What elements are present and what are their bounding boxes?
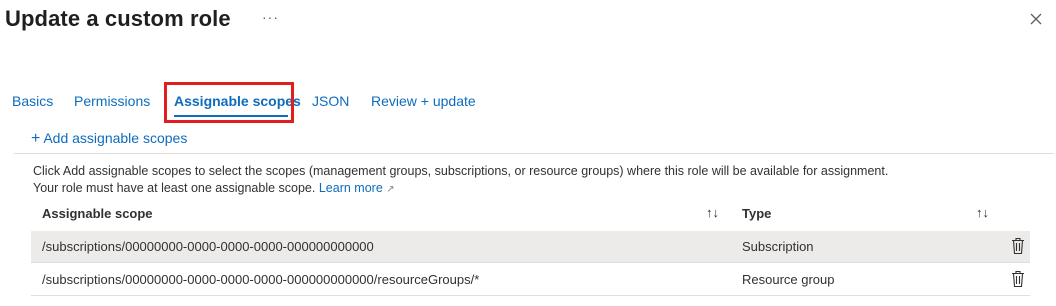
scope-cell: /subscriptions/00000000-0000-0000-0000-0… [42,239,374,254]
tab-permissions[interactable]: Permissions [74,93,150,109]
highlight-box [164,82,294,123]
type-cell: Resource group [742,272,835,287]
external-link-icon: ↗ [386,184,395,195]
trash-icon[interactable] [1011,270,1025,288]
info-line-2-text: Your role must have at least one assigna… [33,181,316,195]
trash-icon[interactable] [1011,237,1025,255]
close-icon[interactable] [1028,11,1044,27]
learn-more-link[interactable]: Learn more ↗ [319,181,395,195]
tab-bar: Basics Permissions Assignable scopes JSO… [0,88,600,122]
column-header-scope[interactable]: Assignable scope [42,206,153,221]
tab-basics[interactable]: Basics [12,93,53,109]
tab-review-update[interactable]: Review + update [371,93,476,109]
column-header-type[interactable]: Type [742,206,771,221]
more-icon[interactable]: ··· [262,9,279,25]
info-line-2: Your role must have at least one assigna… [33,180,888,198]
info-text: Click Add assignable scopes to select th… [33,163,888,198]
table-row[interactable]: /subscriptions/00000000-0000-0000-0000-0… [31,231,1030,263]
info-line-1: Click Add assignable scopes to select th… [33,164,889,178]
plus-icon: + [31,130,41,147]
scope-cell: /subscriptions/00000000-0000-0000-0000-0… [42,272,480,287]
sort-icon[interactable]: ↑↓ [706,205,719,220]
sort-icon[interactable]: ↑↓ [976,205,989,220]
table-row[interactable]: /subscriptions/00000000-0000-0000-0000-0… [31,264,1030,296]
page-title: Update a custom role [5,6,231,31]
divider [14,153,1054,154]
type-cell: Subscription [742,239,814,254]
add-assignable-scopes-label: Add assignable scopes [43,130,188,146]
add-assignable-scopes-button[interactable]: + Add assignable scopes [31,130,187,148]
tab-json[interactable]: JSON [312,93,349,109]
